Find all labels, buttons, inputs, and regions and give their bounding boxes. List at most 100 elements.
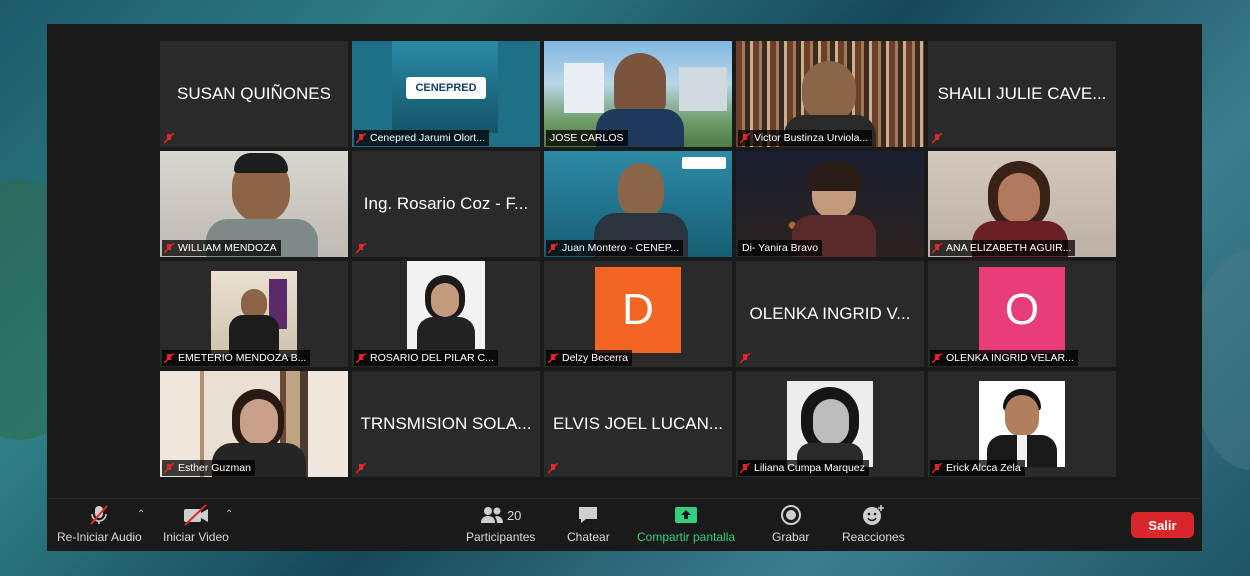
muted-mic-icon [740,463,750,474]
cenepred-logo: CENEPRED [406,77,486,99]
avatar: O [979,267,1065,353]
participant-name-display: Ing. Rosario Coz - F... [363,194,529,213]
meeting-toolbar: Re-Iniciar Audio ⌃ Iniciar Video ⌃ 20 Pa… [47,498,1202,551]
participant-tile[interactable]: SHAILI JULIE CAVE... [928,41,1116,147]
chat-label: Chatear [567,530,610,544]
muted-mic-icon [164,243,174,254]
participants-button[interactable]: 20 Participantes [466,503,535,544]
participant-name-label: Erick Alcca Zela [930,460,1025,476]
cenepred-logo [682,157,726,169]
participant-name-label: Cenepred Jarumi Olort... [354,130,489,146]
share-screen-label: Compartir pantalla [637,530,736,544]
participant-tile[interactable]: D Delzy Becerra [544,261,732,367]
participant-tile[interactable]: Esther Guzman [160,371,348,477]
record-icon [780,505,801,525]
participant-name-label: JOSE CARLOS [546,130,628,146]
muted-mic-icon [164,353,174,364]
record-button[interactable]: Grabar [772,503,809,544]
profile-picture [211,271,297,357]
muted-mic-icon [356,463,366,474]
participant-name-display: OLENKA INGRID V... [749,304,911,323]
person-body [417,317,475,349]
participant-tile[interactable]: Juan Montero - CENEP... [544,151,732,257]
chat-button[interactable]: Chatear [567,503,610,544]
muted-mic-icon [164,463,174,474]
muted-mic-icon [932,243,942,254]
leave-meeting-button[interactable]: Salir [1131,512,1194,538]
profile-picture [407,261,485,349]
start-video-label: Iniciar Video [163,530,229,544]
video-camera-off-icon [183,504,208,526]
audio-options-caret-icon[interactable]: ⌃ [137,509,145,520]
participant-tile[interactable]: Ing. Rosario Coz - F... [352,151,540,257]
muted-mic-icon [356,243,366,254]
muted-mic-icon [740,353,750,364]
participant-tile[interactable]: EMETERIO MENDOZA B... [160,261,348,367]
participant-name-display: ELVIS JOEL LUCAN... [552,414,724,433]
building-shape [679,67,727,111]
participant-tile[interactable]: CENEPRED Cenepred Jarumi Olort... [352,41,540,147]
participant-name-label: Juan Montero - CENEP... [546,240,684,256]
participant-name-label: Di- Yanira Bravo [738,240,823,256]
participant-tile[interactable]: ELVIS JOEL LUCAN... [544,371,732,477]
participant-tile[interactable]: OLENKA INGRID V... [736,261,924,367]
participant-tile[interactable]: ANA ELIZABETH AGUIR... [928,151,1116,257]
muted-mic-icon [164,133,174,144]
participant-tile[interactable]: O OLENKA INGRID VELAR... [928,261,1116,367]
person-head [240,399,278,445]
participant-tile[interactable]: ROSARIO DEL PILAR C... [352,261,540,367]
profile-picture [787,381,873,467]
participant-name-label: Liliana Cumpa Marquez [738,460,869,476]
microphone-muted-icon [90,505,109,525]
person-head [802,61,856,123]
meeting-window: SUSAN QUIÑONES CENEPRED Cenepred Jarumi … [47,24,1202,551]
muted-mic-icon [932,133,942,144]
participant-tile[interactable]: SUSAN QUIÑONES [160,41,348,147]
participant-name-display: SHAILI JULIE CAVE... [937,84,1107,103]
person-head [618,163,664,219]
muted-mic-icon [548,353,558,364]
muted-mic-icon [932,353,942,364]
participant-name-display: SUSAN QUIÑONES [177,84,331,103]
participant-name-label: Esther Guzman [162,460,255,476]
participant-name-label: ROSARIO DEL PILAR C... [354,350,498,366]
participant-tile[interactable]: Di- Yanira Bravo [736,151,924,257]
person-hair [234,153,288,173]
participant-name-display: TRNSMISION SOLA... [360,414,532,433]
person-head [998,173,1040,223]
share-screen-button[interactable]: Compartir pantalla [637,503,735,544]
participant-name-label: EMETERIO MENDOZA B... [162,350,311,366]
participant-name-label: OLENKA INGRID VELAR... [930,350,1078,366]
participant-name-label: Delzy Becerra [546,350,632,366]
reactions-smiley-icon [863,505,885,525]
reactions-label: Reacciones [842,530,905,544]
chat-bubble-icon [579,507,598,523]
participant-tile[interactable]: WILLIAM MENDOZA [160,151,348,257]
start-video-button[interactable]: Iniciar Video [163,503,229,544]
participant-tile[interactable]: Erick Alcca Zela [928,371,1116,477]
participant-tile[interactable]: TRNSMISION SOLA... [352,371,540,477]
person-head [614,53,666,113]
person-head [431,283,459,317]
muted-mic-icon [740,133,750,144]
participant-tile[interactable]: Liliana Cumpa Marquez [736,371,924,477]
participants-label: Participantes [466,530,536,544]
participants-count: 20 [506,507,522,523]
participant-name-label: WILLIAM MENDOZA [162,240,281,256]
avatar: D [595,267,681,353]
join-audio-label: Re-Iniciar Audio [57,530,142,544]
video-options-caret-icon[interactable]: ⌃ [225,509,233,520]
participant-name-label: ANA ELIZABETH AGUIR... [930,240,1076,256]
muted-mic-icon [356,353,366,364]
participant-name-label: Victor Bustinza Urviola... [738,130,873,146]
share-screen-icon [675,507,698,523]
muted-mic-icon [548,243,558,254]
active-speaker-tile[interactable]: JOSE CARLOS [544,41,732,147]
person-head [1005,395,1039,437]
muted-mic-icon [356,133,366,144]
participants-icon [480,507,503,523]
reactions-button[interactable]: Reacciones [842,503,905,544]
participant-tile[interactable]: Victor Bustinza Urviola... [736,41,924,147]
person-hair [806,161,862,191]
join-audio-button[interactable]: Re-Iniciar Audio [57,503,142,544]
